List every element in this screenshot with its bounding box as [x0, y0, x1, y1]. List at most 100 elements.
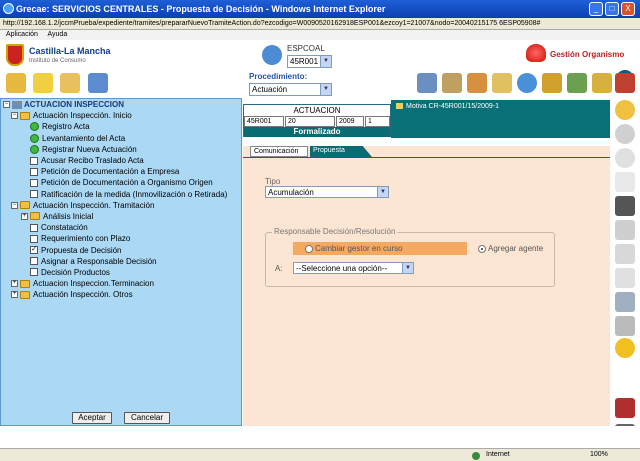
checkbox[interactable]: [30, 167, 38, 176]
tree-item-label: Ratificación de la medida (Inmovilizació…: [41, 189, 228, 199]
attach-icon[interactable]: [615, 268, 635, 288]
collapse-icon[interactable]: −: [3, 101, 10, 109]
magnifier-icon[interactable]: [615, 100, 635, 120]
tree-item[interactable]: Constatación: [3, 222, 227, 233]
a-select[interactable]: --Seleccione una opción-- ▼: [293, 262, 414, 274]
tree-item-selected[interactable]: ✓ Propuesta de Decisión: [3, 244, 227, 255]
tipo-select[interactable]: Acumulación ▼: [265, 186, 389, 198]
gestion-organismo-icon[interactable]: [526, 44, 546, 62]
tree-item[interactable]: Acusar Recibo Traslado Acta: [3, 155, 227, 166]
back-icon[interactable]: [615, 124, 635, 144]
tree-item[interactable]: Registro Acta: [3, 121, 227, 132]
expand-icon[interactable]: +: [11, 291, 18, 299]
stamp-icon[interactable]: [467, 73, 487, 93]
print-icon[interactable]: [615, 244, 635, 264]
copy-icon[interactable]: [615, 220, 635, 240]
agregar-agente-radio[interactable]: [478, 245, 486, 253]
expand-icon[interactable]: +: [11, 280, 18, 288]
collapse-icon[interactable]: −: [11, 112, 18, 120]
checkbox[interactable]: [30, 257, 38, 266]
zoom-level[interactable]: 100%: [590, 449, 608, 461]
page-icon[interactable]: [615, 172, 635, 192]
tree-item[interactable]: Decisión Productos: [3, 267, 227, 278]
aceptar-button[interactable]: Aceptar: [72, 412, 112, 424]
document-edit-icon[interactable]: [492, 73, 512, 93]
calendar-icon[interactable]: [592, 73, 612, 93]
actuacion-id-row: 45R001 20 2009 1: [244, 116, 390, 127]
delete-icon[interactable]: [615, 398, 635, 418]
books-icon[interactable]: [442, 73, 462, 93]
tree-item-label: Registro Acta: [42, 122, 90, 132]
actuacion-cell: 1: [365, 116, 390, 127]
checkbox[interactable]: [30, 234, 38, 243]
address-bar[interactable]: http://192.168.1.2/jccmPrueba/expediente…: [0, 18, 640, 30]
globe-icon[interactable]: [517, 73, 537, 93]
book-icon[interactable]: [615, 73, 635, 93]
maximize-button[interactable]: □: [605, 2, 619, 16]
tree-item[interactable]: Ratificación de la medida (Inmovilizació…: [3, 189, 227, 200]
menu-bar: Aplicación Ayuda: [0, 30, 640, 40]
tree-item[interactable]: Petición de Documentación a Organismo Or…: [3, 177, 227, 188]
expand-icon[interactable]: +: [21, 212, 28, 220]
checkbox[interactable]: [30, 178, 38, 187]
forward-icon[interactable]: [615, 148, 635, 168]
cambiar-gestor-radio[interactable]: [305, 245, 313, 253]
folder-star-icon[interactable]: [33, 73, 53, 93]
checkbox[interactable]: [30, 156, 38, 165]
bottom-blank: [0, 426, 640, 448]
gestion-organismo-link[interactable]: Gestión Organismo: [550, 50, 624, 59]
folder-icon: [20, 279, 30, 288]
procedimiento-label: Procedimiento:: [249, 72, 308, 81]
user-office-select[interactable]: 45R001 ▼: [287, 55, 332, 68]
app-header: Castilla-La Mancha Instituto de Consumo …: [0, 40, 640, 98]
tree-item[interactable]: Petición de Documentación a Empresa: [3, 166, 227, 177]
tree-group-label: Actuación Inspección. Otros: [33, 290, 133, 300]
close-button[interactable]: X: [621, 2, 635, 16]
new-document-icon[interactable]: [6, 73, 26, 93]
procedimiento-select[interactable]: Actuación ▼: [249, 83, 332, 96]
folder-icon[interactable]: [60, 73, 80, 93]
tab-propuesta[interactable]: Propuesta: [310, 146, 372, 157]
tree-item[interactable]: Levantamiento del Acta: [3, 133, 227, 144]
gear-icon[interactable]: [615, 338, 635, 358]
printer-icon[interactable]: [615, 316, 635, 336]
cancelar-button[interactable]: Cancelar: [124, 412, 170, 424]
checkbox[interactable]: [30, 268, 38, 277]
menu-item-ayuda[interactable]: Ayuda: [47, 31, 67, 38]
tree-item-label: Petición de Documentación a Organismo Or…: [41, 178, 213, 188]
a-label: A:: [275, 264, 283, 273]
laptop-icon[interactable]: [417, 73, 437, 93]
cambiar-gestor-label[interactable]: Cambiar gestor en curso: [315, 244, 403, 253]
tab-comunicacion[interactable]: Comunicación: [250, 146, 308, 157]
collapse-icon[interactable]: −: [11, 201, 18, 209]
window-title: Grecae: SERVICIOS CENTRALES - Propuesta …: [16, 4, 386, 14]
tree-group[interactable]: − Actuación Inspección. Inicio: [3, 110, 227, 121]
tree-group[interactable]: − Actuación Inspección. Tramitación: [3, 200, 227, 211]
folder-icon: [20, 290, 30, 299]
agregar-agente-label[interactable]: Agregar agente: [488, 244, 543, 253]
printer-icon[interactable]: [88, 73, 108, 93]
checkbox[interactable]: [30, 190, 38, 199]
tree-root[interactable]: − ACTUACION INSPECCION: [3, 99, 227, 110]
tree-group-label: Actuación Inspección. Inicio: [33, 111, 132, 121]
right-toolbar: [610, 98, 640, 444]
search-document-icon[interactable]: [542, 73, 562, 93]
tree-group[interactable]: + Actuación Inspección. Otros: [3, 289, 227, 300]
tree-item[interactable]: Asignar a Responsable Decisión: [3, 256, 227, 267]
stack-icon[interactable]: [615, 292, 635, 312]
tools-icon[interactable]: [567, 73, 587, 93]
checkbox-checked[interactable]: ✓: [30, 246, 38, 255]
checkbox[interactable]: [30, 223, 38, 232]
tree-group-label: Actuación Inspección. Tramitación: [33, 200, 155, 210]
save-icon[interactable]: [615, 196, 635, 216]
tree-item-label: Levantamiento del Acta: [42, 133, 126, 143]
tree-item[interactable]: Registrar Nueva Actuación: [3, 144, 227, 155]
tipo-value: Acumulación: [268, 188, 314, 197]
tab-divider: [243, 157, 610, 158]
tree-item[interactable]: + Análisis Inicial: [3, 211, 227, 222]
tree-item[interactable]: Requerimiento con Plazo: [3, 233, 227, 244]
tipo-label: Tipo: [265, 177, 281, 186]
tree-group[interactable]: + Actuacion Inspeccion.Terminacion: [3, 278, 227, 289]
menu-item-aplicacion[interactable]: Aplicación: [6, 31, 38, 38]
minimize-button[interactable]: _: [589, 2, 603, 16]
